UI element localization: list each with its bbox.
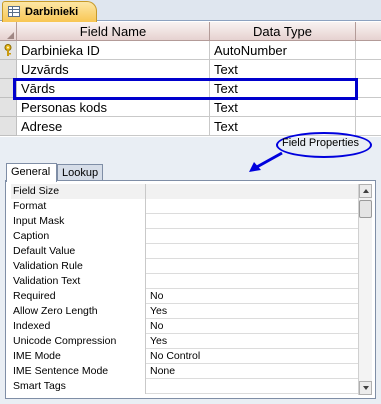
property-row[interactable]: Validation Text [11,274,358,289]
data-type-cell[interactable]: AutoNumber [210,41,356,60]
property-row[interactable]: Smart Tags [11,379,358,394]
scroll-down-icon[interactable] [359,381,372,395]
field-row[interactable]: Darbinieka ID AutoNumber [0,41,381,60]
property-sheet: Field Size Format Input Mask Caption Def… [5,180,376,399]
property-value[interactable]: None [146,364,358,379]
document-tab-darbinieki[interactable]: Darbinieki [2,1,97,22]
property-value[interactable] [146,274,358,289]
property-value[interactable]: No Control [146,349,358,364]
property-value[interactable] [146,199,358,214]
field-name-cell[interactable]: Adrese [17,117,210,136]
grid-header: Field Name Data Type [0,22,381,41]
header-field-name[interactable]: Field Name [17,22,210,41]
property-value[interactable] [146,214,358,229]
property-row[interactable]: Allow Zero Length Yes [11,304,358,319]
property-name: IME Mode [11,349,146,364]
property-value[interactable] [146,184,358,199]
document-tab-label: Darbinieki [25,6,79,18]
property-value[interactable]: No [146,319,358,334]
tab-lookup[interactable]: Lookup [57,164,103,181]
property-value[interactable] [146,259,358,274]
scroll-up-icon[interactable] [359,184,372,198]
tab-general[interactable]: General [6,163,57,182]
property-value[interactable]: Yes [146,304,358,319]
property-row[interactable]: Input Mask [11,214,358,229]
scroll-thumb[interactable] [359,200,372,218]
data-type-cell[interactable]: Text [210,98,356,117]
field-row[interactable]: Personas kods Text [0,98,381,117]
property-row[interactable]: Field Size [11,184,358,199]
description-cell[interactable] [356,60,381,79]
property-name: Input Mask [11,214,146,229]
table-icon [8,6,20,17]
property-row[interactable]: Indexed No [11,319,358,334]
property-list: Field Size Format Input Mask Caption Def… [11,184,358,394]
property-row[interactable]: IME Sentence Mode None [11,364,358,379]
property-name: Default Value [11,244,146,259]
property-name: Format [11,199,146,214]
property-row[interactable]: IME Mode No Control [11,349,358,364]
row-selector[interactable] [0,98,17,117]
select-all-corner[interactable] [0,22,17,41]
property-row[interactable]: Format [11,199,358,214]
field-properties-label: Field Properties [282,137,360,149]
property-value[interactable] [146,229,358,244]
property-scrollbar[interactable] [358,184,372,395]
property-row[interactable]: Unicode Compression Yes [11,334,358,349]
field-name-cell[interactable]: Personas kods [17,98,210,117]
row-selector[interactable] [0,41,17,60]
data-type-cell[interactable]: Text [210,60,356,79]
property-name: Allow Zero Length [11,304,146,319]
key-icon [4,44,12,56]
property-name: Unicode Compression [11,334,146,349]
property-name: Required [11,289,146,304]
property-row[interactable]: Default Value [11,244,358,259]
header-data-type[interactable]: Data Type [210,22,356,41]
property-name: Smart Tags [11,379,146,394]
property-row[interactable]: Required No [11,289,358,304]
highlight-annotation-box [13,78,358,100]
property-name: Caption [11,229,146,244]
row-selector[interactable] [0,117,17,136]
row-selector[interactable] [0,60,17,79]
field-name-cell[interactable]: Darbinieka ID [17,41,210,60]
property-name: Field Size [11,184,146,199]
arrow-icon [249,151,283,172]
property-name: Indexed [11,319,146,334]
property-name: Validation Rule [11,259,146,274]
description-cell[interactable] [356,41,381,60]
property-value[interactable]: Yes [146,334,358,349]
description-cell[interactable] [356,98,381,117]
field-row[interactable]: Uzvārds Text [0,60,381,79]
description-cell[interactable] [356,117,381,136]
property-name: IME Sentence Mode [11,364,146,379]
description-cell[interactable] [356,79,381,98]
property-value[interactable] [146,244,358,259]
property-value[interactable] [146,379,358,394]
property-value[interactable]: No [146,289,358,304]
property-name: Validation Text [11,274,146,289]
document-tab-strip: Darbinieki [0,0,381,22]
property-row[interactable]: Validation Rule [11,259,358,274]
field-name-cell[interactable]: Uzvārds [17,60,210,79]
property-row[interactable]: Caption [11,229,358,244]
